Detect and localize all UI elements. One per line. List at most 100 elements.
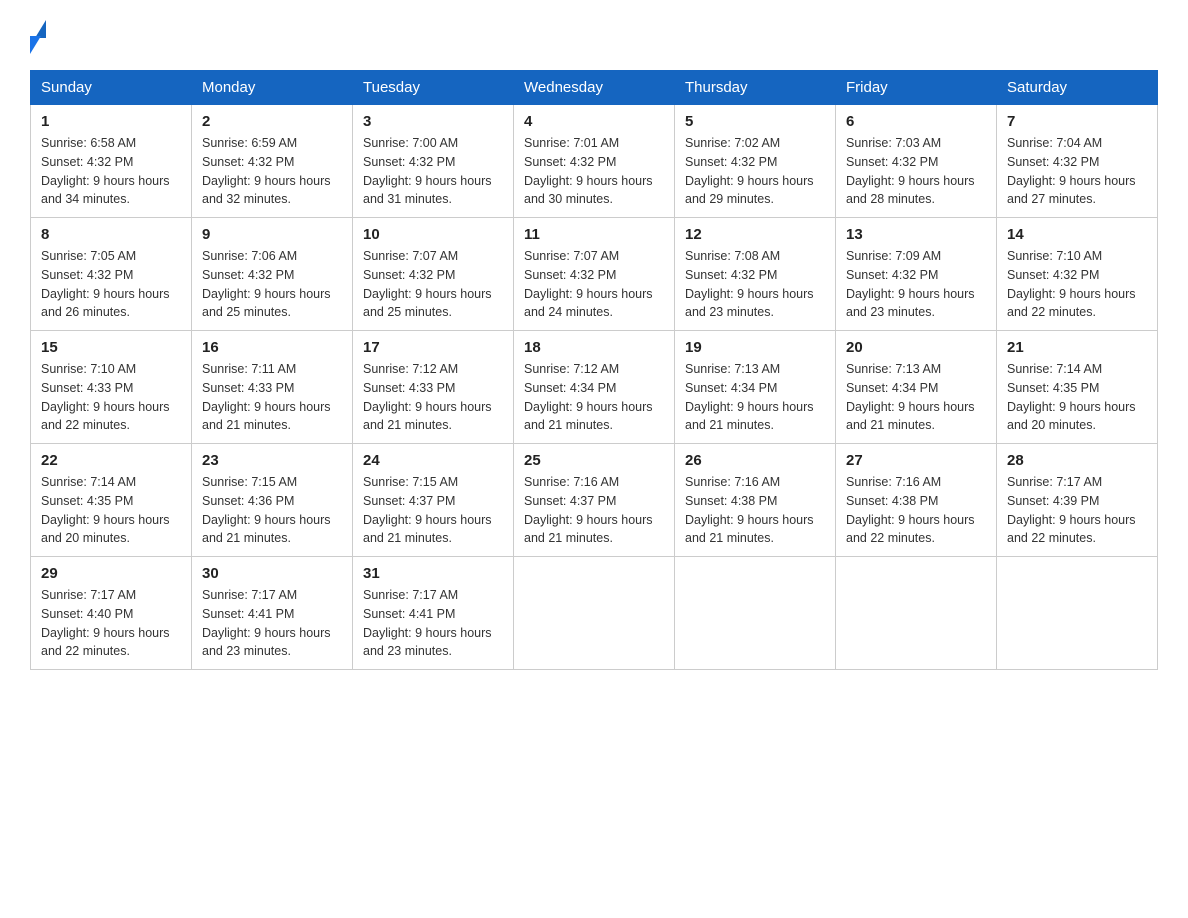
day-info: Sunrise: 7:03 AM Sunset: 4:32 PM Dayligh… xyxy=(846,134,986,209)
day-number: 8 xyxy=(41,226,181,243)
day-info: Sunrise: 7:06 AM Sunset: 4:32 PM Dayligh… xyxy=(202,247,342,322)
day-info: Sunrise: 7:16 AM Sunset: 4:37 PM Dayligh… xyxy=(524,473,664,548)
day-number: 2 xyxy=(202,113,342,130)
day-number: 25 xyxy=(524,452,664,469)
day-number: 6 xyxy=(846,113,986,130)
day-number: 19 xyxy=(685,339,825,356)
calendar-day-cell: 4 Sunrise: 7:01 AM Sunset: 4:32 PM Dayli… xyxy=(514,105,675,218)
day-info: Sunrise: 7:14 AM Sunset: 4:35 PM Dayligh… xyxy=(1007,360,1147,435)
weekday-header-saturday: Saturday xyxy=(997,71,1158,105)
day-info: Sunrise: 7:13 AM Sunset: 4:34 PM Dayligh… xyxy=(846,360,986,435)
weekday-header-thursday: Thursday xyxy=(675,71,836,105)
day-info: Sunrise: 7:12 AM Sunset: 4:33 PM Dayligh… xyxy=(363,360,503,435)
day-number: 29 xyxy=(41,565,181,582)
logo xyxy=(30,20,46,54)
calendar-day-cell: 21 Sunrise: 7:14 AM Sunset: 4:35 PM Dayl… xyxy=(997,331,1158,444)
day-number: 15 xyxy=(41,339,181,356)
calendar-day-cell xyxy=(514,557,675,670)
day-info: Sunrise: 7:16 AM Sunset: 4:38 PM Dayligh… xyxy=(685,473,825,548)
day-info: Sunrise: 7:00 AM Sunset: 4:32 PM Dayligh… xyxy=(363,134,503,209)
calendar-day-cell: 31 Sunrise: 7:17 AM Sunset: 4:41 PM Dayl… xyxy=(353,557,514,670)
day-info: Sunrise: 7:17 AM Sunset: 4:41 PM Dayligh… xyxy=(202,586,342,661)
day-info: Sunrise: 7:15 AM Sunset: 4:37 PM Dayligh… xyxy=(363,473,503,548)
day-number: 14 xyxy=(1007,226,1147,243)
day-number: 17 xyxy=(363,339,503,356)
calendar-week-row: 1 Sunrise: 6:58 AM Sunset: 4:32 PM Dayli… xyxy=(31,105,1158,218)
day-number: 20 xyxy=(846,339,986,356)
weekday-header-friday: Friday xyxy=(836,71,997,105)
day-info: Sunrise: 7:15 AM Sunset: 4:36 PM Dayligh… xyxy=(202,473,342,548)
day-info: Sunrise: 6:59 AM Sunset: 4:32 PM Dayligh… xyxy=(202,134,342,209)
calendar-day-cell: 19 Sunrise: 7:13 AM Sunset: 4:34 PM Dayl… xyxy=(675,331,836,444)
calendar-day-cell: 23 Sunrise: 7:15 AM Sunset: 4:36 PM Dayl… xyxy=(192,444,353,557)
calendar-day-cell: 27 Sunrise: 7:16 AM Sunset: 4:38 PM Dayl… xyxy=(836,444,997,557)
day-number: 1 xyxy=(41,113,181,130)
calendar-day-cell: 24 Sunrise: 7:15 AM Sunset: 4:37 PM Dayl… xyxy=(353,444,514,557)
calendar-day-cell: 8 Sunrise: 7:05 AM Sunset: 4:32 PM Dayli… xyxy=(31,218,192,331)
day-number: 12 xyxy=(685,226,825,243)
day-number: 28 xyxy=(1007,452,1147,469)
day-info: Sunrise: 7:01 AM Sunset: 4:32 PM Dayligh… xyxy=(524,134,664,209)
day-info: Sunrise: 7:09 AM Sunset: 4:32 PM Dayligh… xyxy=(846,247,986,322)
day-info: Sunrise: 7:14 AM Sunset: 4:35 PM Dayligh… xyxy=(41,473,181,548)
calendar-day-cell: 20 Sunrise: 7:13 AM Sunset: 4:34 PM Dayl… xyxy=(836,331,997,444)
day-number: 5 xyxy=(685,113,825,130)
calendar-day-cell: 5 Sunrise: 7:02 AM Sunset: 4:32 PM Dayli… xyxy=(675,105,836,218)
calendar-table: SundayMondayTuesdayWednesdayThursdayFrid… xyxy=(30,70,1158,670)
day-info: Sunrise: 7:07 AM Sunset: 4:32 PM Dayligh… xyxy=(363,247,503,322)
calendar-week-row: 8 Sunrise: 7:05 AM Sunset: 4:32 PM Dayli… xyxy=(31,218,1158,331)
day-number: 24 xyxy=(363,452,503,469)
header xyxy=(30,20,1158,54)
day-number: 22 xyxy=(41,452,181,469)
calendar-week-row: 22 Sunrise: 7:14 AM Sunset: 4:35 PM Dayl… xyxy=(31,444,1158,557)
calendar-day-cell: 15 Sunrise: 7:10 AM Sunset: 4:33 PM Dayl… xyxy=(31,331,192,444)
calendar-day-cell xyxy=(997,557,1158,670)
calendar-week-row: 15 Sunrise: 7:10 AM Sunset: 4:33 PM Dayl… xyxy=(31,331,1158,444)
day-info: Sunrise: 7:17 AM Sunset: 4:40 PM Dayligh… xyxy=(41,586,181,661)
calendar-day-cell: 28 Sunrise: 7:17 AM Sunset: 4:39 PM Dayl… xyxy=(997,444,1158,557)
day-info: Sunrise: 7:05 AM Sunset: 4:32 PM Dayligh… xyxy=(41,247,181,322)
calendar-day-cell: 13 Sunrise: 7:09 AM Sunset: 4:32 PM Dayl… xyxy=(836,218,997,331)
day-info: Sunrise: 7:11 AM Sunset: 4:33 PM Dayligh… xyxy=(202,360,342,435)
day-number: 7 xyxy=(1007,113,1147,130)
day-info: Sunrise: 7:16 AM Sunset: 4:38 PM Dayligh… xyxy=(846,473,986,548)
calendar-week-row: 29 Sunrise: 7:17 AM Sunset: 4:40 PM Dayl… xyxy=(31,557,1158,670)
calendar-day-cell: 12 Sunrise: 7:08 AM Sunset: 4:32 PM Dayl… xyxy=(675,218,836,331)
calendar-day-cell: 9 Sunrise: 7:06 AM Sunset: 4:32 PM Dayli… xyxy=(192,218,353,331)
day-info: Sunrise: 7:17 AM Sunset: 4:41 PM Dayligh… xyxy=(363,586,503,661)
day-info: Sunrise: 7:12 AM Sunset: 4:34 PM Dayligh… xyxy=(524,360,664,435)
calendar-day-cell: 1 Sunrise: 6:58 AM Sunset: 4:32 PM Dayli… xyxy=(31,105,192,218)
calendar-day-cell: 26 Sunrise: 7:16 AM Sunset: 4:38 PM Dayl… xyxy=(675,444,836,557)
day-info: Sunrise: 7:17 AM Sunset: 4:39 PM Dayligh… xyxy=(1007,473,1147,548)
calendar-day-cell: 30 Sunrise: 7:17 AM Sunset: 4:41 PM Dayl… xyxy=(192,557,353,670)
day-info: Sunrise: 7:13 AM Sunset: 4:34 PM Dayligh… xyxy=(685,360,825,435)
day-info: Sunrise: 7:02 AM Sunset: 4:32 PM Dayligh… xyxy=(685,134,825,209)
calendar-day-cell: 11 Sunrise: 7:07 AM Sunset: 4:32 PM Dayl… xyxy=(514,218,675,331)
day-info: Sunrise: 7:10 AM Sunset: 4:32 PM Dayligh… xyxy=(1007,247,1147,322)
calendar-day-cell: 17 Sunrise: 7:12 AM Sunset: 4:33 PM Dayl… xyxy=(353,331,514,444)
day-number: 30 xyxy=(202,565,342,582)
weekday-header-sunday: Sunday xyxy=(31,71,192,105)
day-number: 13 xyxy=(846,226,986,243)
weekday-header-row: SundayMondayTuesdayWednesdayThursdayFrid… xyxy=(31,71,1158,105)
day-number: 9 xyxy=(202,226,342,243)
day-number: 23 xyxy=(202,452,342,469)
calendar-day-cell: 7 Sunrise: 7:04 AM Sunset: 4:32 PM Dayli… xyxy=(997,105,1158,218)
calendar-day-cell xyxy=(675,557,836,670)
calendar-day-cell: 6 Sunrise: 7:03 AM Sunset: 4:32 PM Dayli… xyxy=(836,105,997,218)
calendar-day-cell: 14 Sunrise: 7:10 AM Sunset: 4:32 PM Dayl… xyxy=(997,218,1158,331)
calendar-day-cell: 29 Sunrise: 7:17 AM Sunset: 4:40 PM Dayl… xyxy=(31,557,192,670)
day-number: 26 xyxy=(685,452,825,469)
day-info: Sunrise: 6:58 AM Sunset: 4:32 PM Dayligh… xyxy=(41,134,181,209)
day-info: Sunrise: 7:07 AM Sunset: 4:32 PM Dayligh… xyxy=(524,247,664,322)
calendar-day-cell: 16 Sunrise: 7:11 AM Sunset: 4:33 PM Dayl… xyxy=(192,331,353,444)
weekday-header-monday: Monday xyxy=(192,71,353,105)
day-number: 11 xyxy=(524,226,664,243)
day-number: 4 xyxy=(524,113,664,130)
day-number: 18 xyxy=(524,339,664,356)
calendar-day-cell: 2 Sunrise: 6:59 AM Sunset: 4:32 PM Dayli… xyxy=(192,105,353,218)
day-info: Sunrise: 7:08 AM Sunset: 4:32 PM Dayligh… xyxy=(685,247,825,322)
day-number: 31 xyxy=(363,565,503,582)
weekday-header-wednesday: Wednesday xyxy=(514,71,675,105)
calendar-day-cell: 25 Sunrise: 7:16 AM Sunset: 4:37 PM Dayl… xyxy=(514,444,675,557)
